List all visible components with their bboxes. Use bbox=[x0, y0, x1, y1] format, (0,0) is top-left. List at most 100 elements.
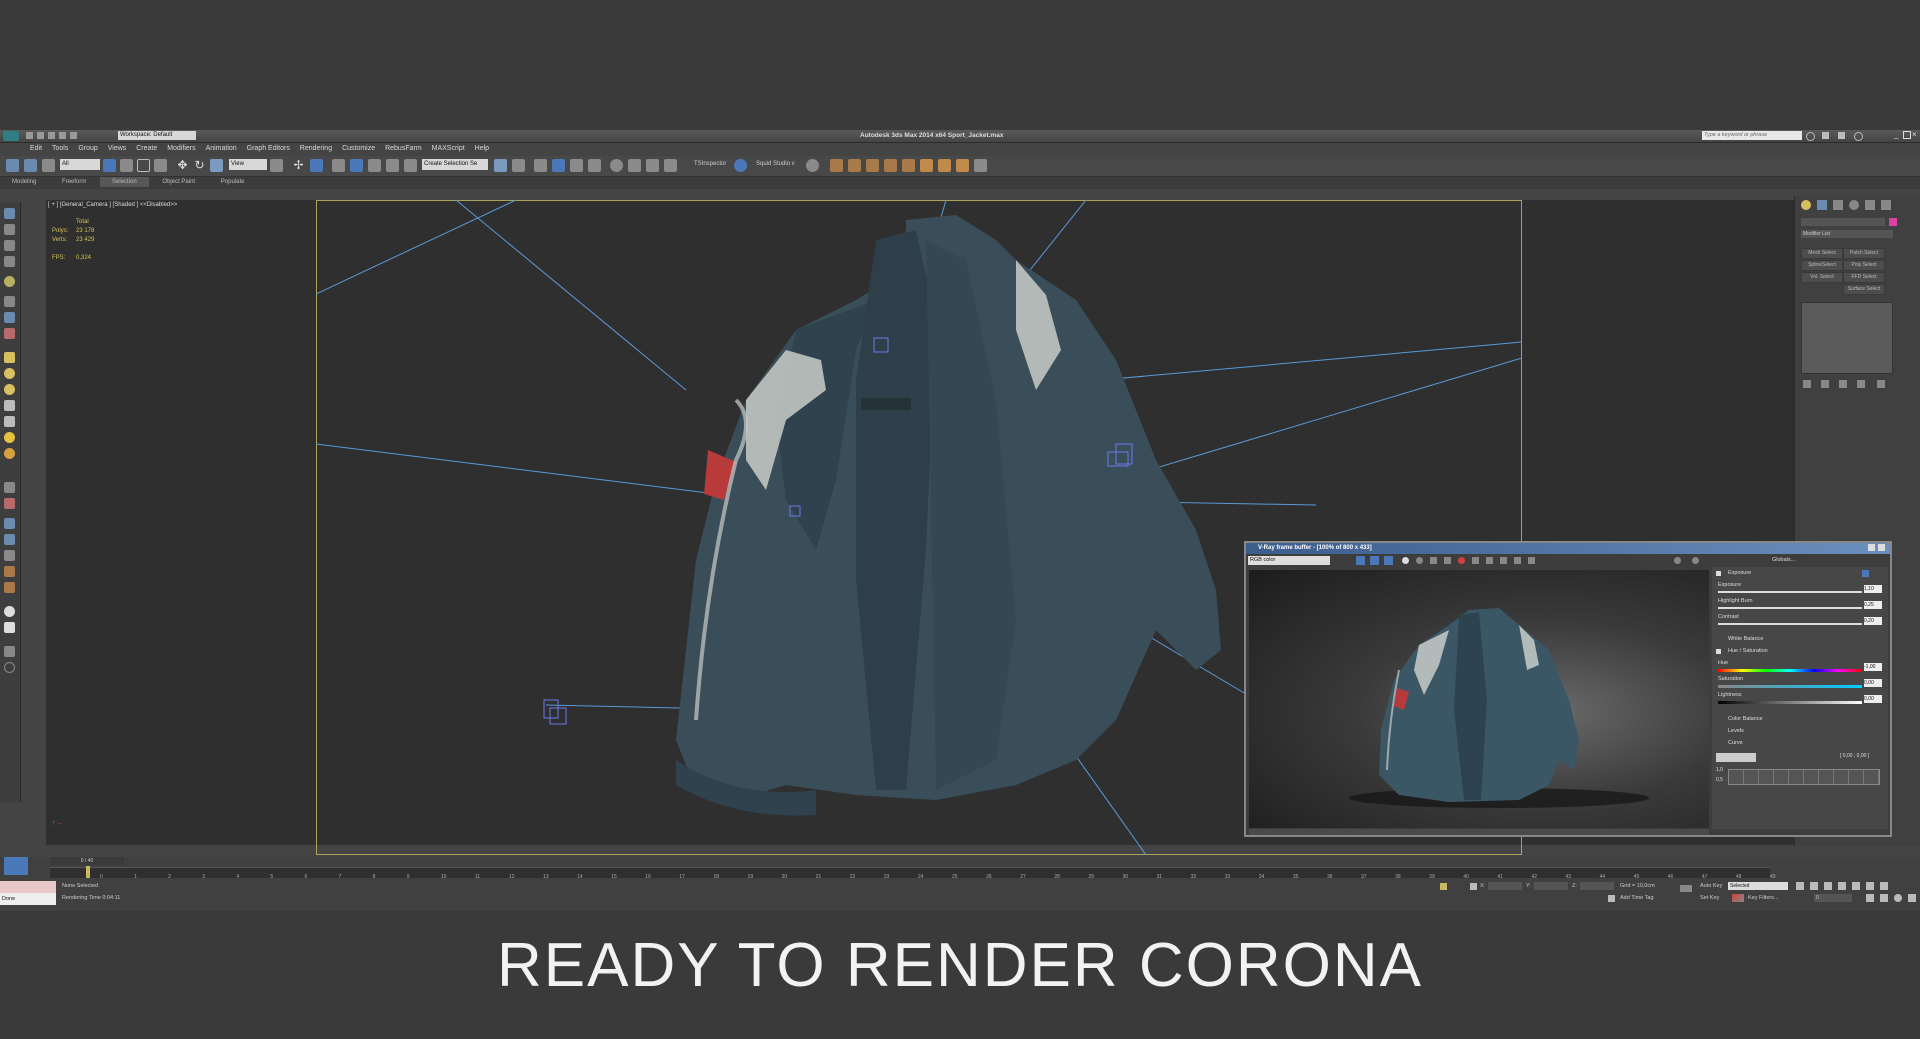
left-tool-icon-22[interactable] bbox=[4, 582, 15, 593]
pivot-center-icon[interactable] bbox=[270, 159, 283, 172]
exposure-header[interactable]: Exposure bbox=[1728, 569, 1878, 578]
move-icon[interactable]: ✥ bbox=[176, 159, 189, 172]
vfb-lens-icon[interactable] bbox=[1500, 557, 1507, 564]
left-tool-icon-4[interactable] bbox=[4, 256, 15, 267]
menu-tools[interactable]: Tools bbox=[52, 145, 68, 152]
maxscript-listener[interactable] bbox=[0, 881, 56, 893]
exposure-options-icon[interactable] bbox=[1862, 570, 1869, 577]
track-bar[interactable] bbox=[50, 867, 1770, 878]
surface-select-button[interactable]: Surface Select bbox=[1843, 284, 1885, 295]
vray-toolbar-icon-9[interactable] bbox=[974, 159, 987, 172]
vfb-region-icon[interactable] bbox=[1486, 557, 1493, 564]
remove-modifier-icon[interactable] bbox=[1857, 380, 1865, 388]
edit-named-selection-icon[interactable] bbox=[404, 159, 417, 172]
search-input[interactable]: Type a keyword or phrase bbox=[1702, 131, 1802, 140]
vol-select-button[interactable]: Vol. Select bbox=[1801, 272, 1843, 283]
vfb-red-channel-icon[interactable] bbox=[1370, 556, 1379, 565]
vray-toolbar-icon-2[interactable] bbox=[848, 159, 861, 172]
exposure-slider[interactable] bbox=[1718, 591, 1862, 593]
modifier-stack[interactable] bbox=[1801, 302, 1893, 374]
object-color-swatch[interactable] bbox=[1889, 218, 1897, 226]
orbit-icon[interactable] bbox=[1894, 894, 1902, 902]
poly-select-button[interactable]: Poly Select bbox=[1843, 260, 1885, 271]
current-frame-field[interactable]: 0 bbox=[1814, 894, 1852, 902]
contrast-slider[interactable] bbox=[1718, 623, 1862, 625]
layer-explorer-icon[interactable] bbox=[534, 159, 547, 172]
left-tool-icon-11[interactable] bbox=[4, 384, 15, 395]
mini-curve-editor-icon[interactable] bbox=[4, 857, 28, 875]
saturation-slider[interactable] bbox=[1718, 685, 1862, 688]
left-tool-icon-21[interactable] bbox=[4, 566, 15, 577]
link-icon[interactable] bbox=[6, 159, 19, 172]
globals-button[interactable]: Globals... bbox=[1772, 557, 1795, 563]
maximize-viewport-icon[interactable] bbox=[1908, 894, 1916, 902]
vfb-link-icon[interactable] bbox=[1692, 557, 1699, 564]
select-manipulate-icon[interactable]: ✢ bbox=[292, 159, 305, 172]
show-end-result-icon[interactable] bbox=[1821, 380, 1829, 388]
vray-toolbar-icon-5[interactable] bbox=[902, 159, 915, 172]
left-tool-icon-9[interactable] bbox=[4, 352, 15, 363]
vfb-track-icon[interactable] bbox=[1472, 557, 1479, 564]
redo-icon[interactable] bbox=[70, 132, 77, 139]
left-tool-icon-14[interactable] bbox=[4, 432, 15, 443]
go-to-start-icon[interactable] bbox=[1796, 882, 1804, 890]
menu-modifiers[interactable]: Modifiers bbox=[167, 145, 195, 152]
saturation-value[interactable]: 0,00 bbox=[1864, 679, 1882, 687]
menu-animation[interactable]: Animation bbox=[206, 145, 237, 152]
vfb-clear-icon[interactable] bbox=[1444, 557, 1451, 564]
left-tool-icon-6[interactable] bbox=[4, 296, 15, 307]
time-tag-icon[interactable] bbox=[1608, 895, 1615, 902]
make-unique-icon[interactable] bbox=[1839, 380, 1847, 388]
create-tab-icon[interactable] bbox=[1801, 200, 1811, 210]
curve-graph[interactable] bbox=[1728, 769, 1880, 785]
color-balance-label[interactable]: Color Balance bbox=[1728, 715, 1878, 724]
tab-selection[interactable]: Selection bbox=[100, 177, 149, 187]
open-file-icon[interactable] bbox=[37, 132, 44, 139]
display-tab-icon[interactable] bbox=[1865, 200, 1875, 210]
vfb-render-icon[interactable] bbox=[1458, 557, 1465, 564]
set-key-mode-icon[interactable] bbox=[1680, 885, 1692, 892]
rectangle-selection-icon[interactable] bbox=[137, 159, 150, 172]
bind-spacewarp-icon[interactable] bbox=[42, 159, 55, 172]
go-to-end-icon[interactable] bbox=[1852, 882, 1860, 890]
lightness-slider[interactable] bbox=[1718, 701, 1862, 704]
vray-toolbar-icon-3[interactable] bbox=[866, 159, 879, 172]
menu-rebusfarm[interactable]: RebusFarm bbox=[385, 145, 422, 152]
menu-create[interactable]: Create bbox=[136, 145, 157, 152]
left-tool-icon-8[interactable] bbox=[4, 328, 15, 339]
favorites-icon[interactable] bbox=[1838, 132, 1845, 139]
channel-dropdown[interactable]: RGB color bbox=[1248, 556, 1330, 565]
snap-toggle-icon[interactable] bbox=[332, 159, 345, 172]
rotate-icon[interactable]: ↻ bbox=[193, 159, 206, 172]
left-tool-icon-20[interactable] bbox=[4, 550, 15, 561]
select-object-icon[interactable] bbox=[103, 159, 116, 172]
keyboard-shortcut-icon[interactable] bbox=[310, 159, 323, 172]
hue-saturation-label[interactable]: Hue / Saturation bbox=[1728, 647, 1878, 656]
curve-editor-icon[interactable] bbox=[570, 159, 583, 172]
vfb-save-icon[interactable] bbox=[1356, 556, 1365, 565]
key-filters-button[interactable]: Key Filters... bbox=[1748, 895, 1779, 901]
vfb-history-icon[interactable] bbox=[1430, 557, 1437, 564]
contrast-value[interactable]: 0,20 bbox=[1864, 617, 1882, 625]
angle-snap-icon[interactable] bbox=[350, 159, 363, 172]
vray-toolbar-icon-6[interactable] bbox=[920, 159, 933, 172]
time-cursor[interactable] bbox=[86, 866, 90, 878]
menu-customize[interactable]: Customize bbox=[342, 145, 375, 152]
hue-slider[interactable] bbox=[1718, 669, 1862, 672]
left-tool-icon-12[interactable] bbox=[4, 400, 15, 411]
new-file-icon[interactable] bbox=[26, 132, 33, 139]
menu-group[interactable]: Group bbox=[78, 145, 97, 152]
scale-icon[interactable] bbox=[210, 159, 223, 172]
key-mode-icon[interactable] bbox=[1866, 882, 1874, 890]
undo-icon[interactable] bbox=[59, 132, 66, 139]
utilities-tab-icon[interactable] bbox=[1881, 200, 1891, 210]
auto-key-dropdown[interactable]: Selected bbox=[1728, 882, 1788, 890]
hierarchy-tab-icon[interactable] bbox=[1833, 200, 1843, 210]
toggle-ribbon-icon[interactable] bbox=[552, 159, 565, 172]
left-tool-icon-16[interactable] bbox=[4, 482, 15, 493]
squid-studio-icon[interactable] bbox=[806, 159, 819, 172]
vray-toolbar-icon-7[interactable] bbox=[938, 159, 951, 172]
vray-toolbar-icon-8[interactable] bbox=[956, 159, 969, 172]
subscription-icon[interactable] bbox=[1822, 132, 1829, 139]
render-production-icon[interactable] bbox=[664, 159, 677, 172]
